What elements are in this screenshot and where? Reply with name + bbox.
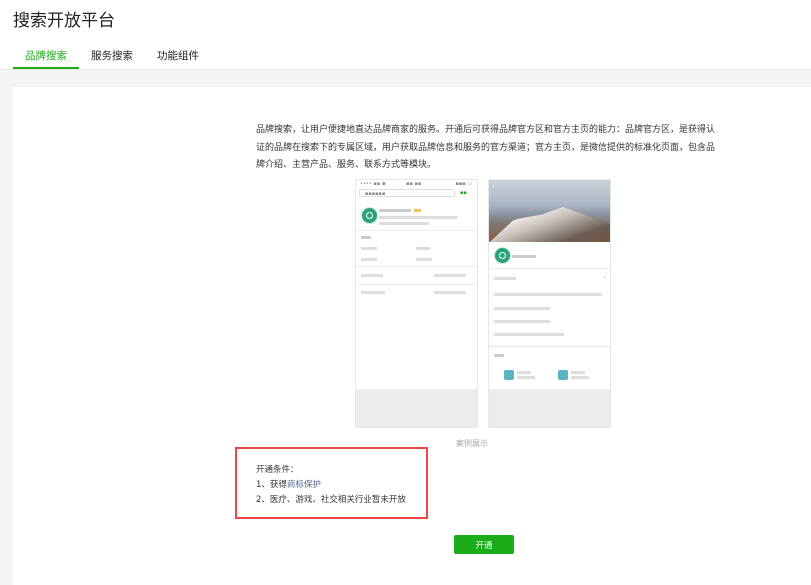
chevron-right-icon: › [603,274,606,281]
tab-brand-search[interactable]: 品牌搜索 [13,44,79,69]
mock-status-bar: •••• ▪▪ ◉ ▪▪:▪▪ ▪▪▪ ▭ [360,181,472,187]
trademark-protection-link[interactable]: 商标保护 [287,480,321,490]
tab-service-search[interactable]: 服务搜索 [79,44,145,69]
mock-service-item [504,370,535,380]
more-icon: ⋯ [601,183,607,190]
open-button[interactable]: 开通 [454,535,514,554]
header-bar: 搜索开放平台 品牌搜索 服务搜索 功能组件 [0,0,811,70]
tab-components[interactable]: 功能组件 [145,44,211,69]
brand-logo-icon [494,247,511,264]
example-caption: 案例展示 [456,439,488,448]
service-icon [558,370,568,380]
condition-item-2: 2、医疗、游戏、社交相关行业暂未开放 [256,495,406,505]
brand-logo-icon [361,207,378,224]
conditions-title: 开通条件： [256,465,299,475]
mic-icon: ◦ [448,191,451,197]
example-screenshot-homepage: ‹ ⋯ › [488,179,611,428]
example-screenshot-search: •••• ▪▪ ◉ ▪▪:▪▪ ▪▪▪ ▭ ▪▪▪▪▪▪ ◦ ▪▪ [355,179,478,428]
content-panel: 品牌搜索，让用户便捷地直达品牌商家的服务。开通后可获得品牌官方区和官方主页的能力… [13,87,811,585]
feature-description: 品牌搜索，让用户便捷地直达品牌商家的服务。开通后可获得品牌官方区和官方主页的能力… [256,125,716,170]
mountain-photo: ‹ ⋯ [489,180,610,242]
back-icon: ‹ [492,183,495,190]
service-icon [504,370,514,380]
mock-search-bar: ▪▪▪▪▪▪ ◦ [359,189,455,197]
mock-footer [489,389,610,427]
condition-item-1: 1、获得商标保护 [256,480,321,490]
mock-service-item [558,370,589,380]
tab-bar: 品牌搜索 服务搜索 功能组件 [13,44,211,69]
page-title: 搜索开放平台 [13,11,115,31]
mock-footer [356,389,477,427]
mock-search-button: ▪▪ [460,190,467,196]
mock-brand-card [356,200,477,231]
